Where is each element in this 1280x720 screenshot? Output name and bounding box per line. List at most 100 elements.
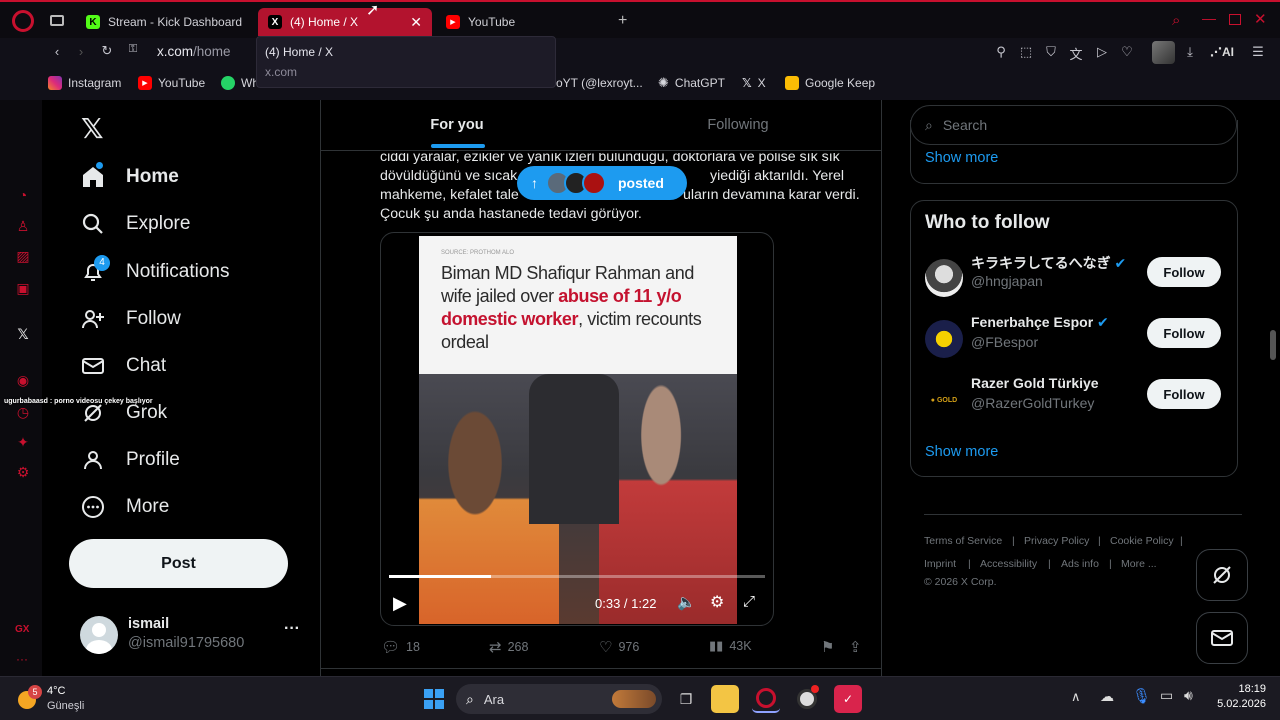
like-button[interactable]: ♡ 976 bbox=[599, 638, 639, 656]
bookmark-chatgpt[interactable]: ✺ ChatGPT bbox=[658, 75, 725, 91]
download-icon[interactable]: ⤓ bbox=[1181, 44, 1199, 60]
speed-icon[interactable]: ◔ bbox=[14, 187, 32, 205]
microphone-icon[interactable]: 🎙︎ bbox=[1132, 687, 1151, 705]
translate-icon[interactable]: 文 bbox=[1067, 44, 1085, 63]
tab-following[interactable]: Following bbox=[593, 100, 883, 150]
history-icon[interactable]: ◷ bbox=[14, 404, 32, 422]
nav-chat[interactable]: Chat bbox=[80, 353, 166, 379]
forward-icon[interactable]: › bbox=[72, 44, 90, 59]
x-sidebar-icon[interactable]: 𝕏 bbox=[14, 326, 32, 344]
messages-floating-button[interactable] bbox=[1196, 612, 1248, 664]
nav-explore[interactable]: Explore bbox=[80, 211, 190, 237]
footer-terms[interactable]: Terms of Service bbox=[924, 535, 1002, 547]
cleaner-icon[interactable]: ♙ bbox=[14, 218, 32, 236]
video-progress-track[interactable] bbox=[389, 575, 765, 578]
show-hidden-icons[interactable]: ∧ bbox=[1071, 689, 1081, 705]
ai-button[interactable]: ⋰AI bbox=[1210, 45, 1234, 59]
pin-icon[interactable]: ⚲ bbox=[992, 44, 1010, 60]
cloud-icon[interactable]: ☁ bbox=[1100, 688, 1114, 705]
bookmark-youtube[interactable]: ▶ YouTube bbox=[138, 76, 205, 90]
app-icon[interactable]: ✓ bbox=[834, 685, 862, 713]
footer-cookie[interactable]: Cookie Policy bbox=[1110, 535, 1174, 547]
grok-floating-button[interactable] bbox=[1196, 549, 1248, 601]
bookmark-google-keep[interactable]: Google Keep bbox=[785, 76, 875, 90]
new-tab-icon[interactable]: + bbox=[618, 12, 627, 30]
windows-start-icon[interactable] bbox=[420, 685, 448, 713]
tab-x-home[interactable]: X (4) Home / X ✕ bbox=[258, 8, 432, 36]
post-button[interactable]: Post bbox=[69, 539, 288, 588]
follow-suggestion[interactable]: Fenerbahçe Espor ✔ @FBespor Follow bbox=[925, 314, 1221, 364]
nav-follow[interactable]: Follow bbox=[80, 306, 181, 332]
nav-home[interactable]: Home bbox=[80, 162, 179, 190]
address-field[interactable]: x.com/home bbox=[157, 44, 231, 59]
play-icon[interactable]: ▷ bbox=[1093, 44, 1111, 60]
play-icon[interactable]: ▶ bbox=[393, 593, 407, 614]
minimize-icon[interactable]: — bbox=[1202, 10, 1216, 26]
new-posts-pill[interactable]: ↑ posted bbox=[517, 166, 687, 200]
footer-more[interactable]: More ... bbox=[1121, 558, 1157, 570]
gx-logo-icon[interactable]: GX bbox=[15, 624, 29, 635]
back-icon[interactable]: ‹ bbox=[48, 44, 66, 59]
footer-imprint[interactable]: Imprint bbox=[924, 558, 956, 570]
nav-notifications[interactable]: 4 Notifications bbox=[80, 255, 230, 285]
weather-widget[interactable]: 5 4°C Güneşli bbox=[16, 683, 116, 715]
video-settings-icon[interactable]: ⚙ bbox=[710, 592, 724, 612]
bookmark-whatsapp[interactable]: Wh bbox=[221, 76, 259, 90]
shield-icon[interactable]: ⛉ bbox=[1042, 44, 1060, 60]
follow-suggestion[interactable]: キラキラしてるへなぎ ✔ @hngjapan Follow bbox=[925, 253, 1221, 303]
network-icon[interactable]: ▭ bbox=[1160, 687, 1173, 704]
file-explorer-icon[interactable] bbox=[711, 685, 739, 713]
footer-accessibility[interactable]: Accessibility bbox=[980, 558, 1037, 570]
close-window-icon[interactable]: ✕ bbox=[1254, 10, 1267, 28]
x-logo-icon[interactable]: 𝕏 bbox=[81, 112, 104, 145]
tab-youtube[interactable]: ▶ YouTube bbox=[436, 8, 606, 36]
heart-icon[interactable]: ♡ bbox=[1118, 44, 1136, 60]
bookmark-x[interactable]: 𝕏X bbox=[742, 76, 766, 90]
opera-logo-icon[interactable] bbox=[12, 10, 34, 32]
tab-kick[interactable]: K Stream - Kick Dashboard bbox=[76, 8, 254, 36]
task-view-icon[interactable]: ❐ bbox=[672, 685, 700, 713]
nav-more[interactable]: More bbox=[80, 494, 169, 520]
follow-button[interactable]: Follow bbox=[1147, 318, 1221, 348]
opera-gx-taskbar-icon[interactable] bbox=[752, 685, 780, 713]
easy-setup-icon[interactable]: ☰ bbox=[1249, 44, 1267, 60]
more-dots-icon[interactable]: ··· bbox=[16, 652, 28, 666]
reply-button[interactable]: 💬︎ 18 bbox=[381, 638, 420, 656]
video-player[interactable]: SOURCE: PROTHOM ALO Biman MD Shafiqur Ra… bbox=[380, 232, 774, 626]
account-more-icon[interactable]: ··· bbox=[284, 620, 300, 638]
snapshot-icon[interactable]: ⬚ bbox=[1017, 44, 1035, 60]
workspaces-icon[interactable] bbox=[50, 15, 64, 26]
volume-icon[interactable]: 🔊︎ bbox=[1184, 687, 1193, 704]
taskbar-search[interactable]: ⌕ Ara bbox=[456, 684, 662, 714]
account-switcher[interactable]: ismail @ismail91795680 ··· bbox=[80, 614, 302, 658]
footer-privacy[interactable]: Privacy Policy bbox=[1024, 535, 1089, 547]
fullscreen-icon[interactable]: ⤢ bbox=[743, 593, 755, 610]
tab-for-you[interactable]: For you bbox=[321, 100, 593, 150]
show-more-link[interactable]: Show more bbox=[925, 444, 998, 460]
volume-icon[interactable]: 🔈 bbox=[677, 593, 696, 611]
extensions-icon[interactable]: ✦ bbox=[14, 434, 32, 452]
bookmark-lexroyt[interactable]: oYT (@lexroyt... bbox=[556, 76, 643, 90]
follow-suggestion[interactable]: ● GOLD Razer Gold Türkiye @RazerGoldTurk… bbox=[925, 375, 1221, 425]
reload-icon[interactable]: ↻ bbox=[98, 43, 116, 59]
maximize-icon[interactable] bbox=[1229, 14, 1241, 25]
settings-icon[interactable]: ⚙ bbox=[14, 464, 32, 482]
show-more-link[interactable]: Show more bbox=[925, 150, 998, 166]
search-tabs-icon[interactable]: ⌕ bbox=[1172, 12, 1180, 29]
obs-icon[interactable] bbox=[793, 685, 821, 713]
bookmark-icon[interactable]: ⚑ bbox=[821, 638, 834, 656]
close-tab-icon[interactable]: ✕ bbox=[410, 14, 422, 31]
limiter-icon[interactable]: ▨ bbox=[14, 248, 32, 266]
clock[interactable]: 18:19 5.02.2026 bbox=[1208, 683, 1266, 710]
follow-button[interactable]: Follow bbox=[1147, 379, 1221, 409]
bookmark-instagram[interactable]: Instagram bbox=[48, 76, 121, 90]
follow-button[interactable]: Follow bbox=[1147, 257, 1221, 287]
repost-button[interactable]: ⇄ 268 bbox=[489, 638, 528, 656]
player-icon[interactable]: ◉ bbox=[14, 372, 32, 390]
page-scrollbar[interactable] bbox=[1270, 330, 1276, 360]
footer-ads-info[interactable]: Ads info bbox=[1061, 558, 1099, 570]
views-button[interactable]: ▮▮ 43K bbox=[709, 638, 752, 654]
share-icon[interactable]: ⇪ bbox=[849, 638, 862, 656]
nav-profile[interactable]: Profile bbox=[80, 447, 180, 473]
gx-mods-icon[interactable]: ▣ bbox=[14, 280, 32, 298]
